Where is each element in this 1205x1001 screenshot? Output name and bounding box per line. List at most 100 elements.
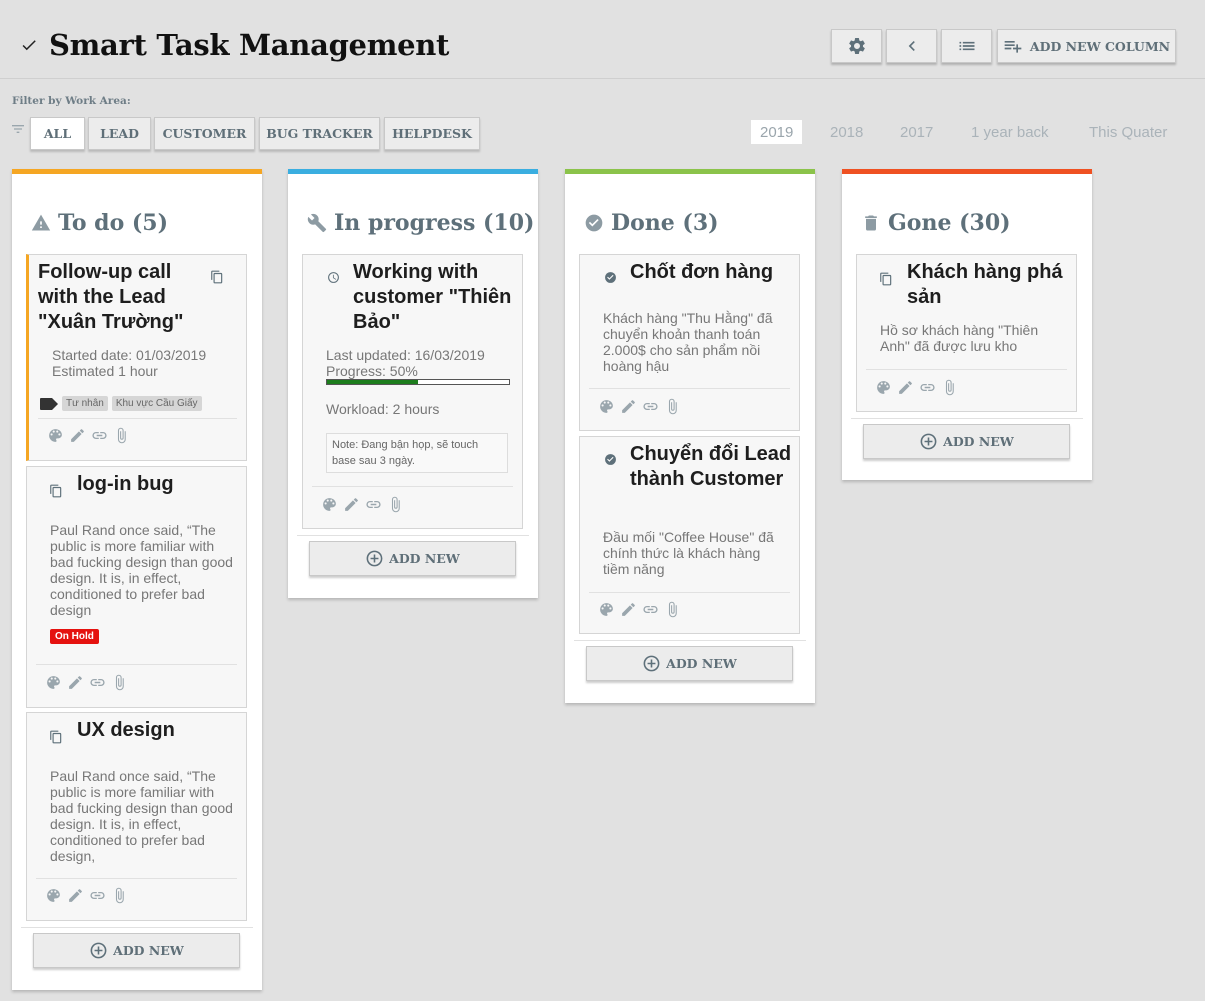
period-this-quarter[interactable]: This Quater [1089, 120, 1167, 144]
list-view-button[interactable] [941, 29, 992, 63]
add-new-button[interactable]: ADD NEW [33, 933, 240, 968]
pencil-icon[interactable] [67, 674, 84, 691]
filter-all[interactable]: ALL [30, 117, 85, 150]
pencil-icon[interactable] [620, 398, 637, 415]
filter-lead[interactable]: LEAD [88, 117, 151, 150]
plus-circle-icon [365, 549, 384, 568]
card-title: Chuyển đổi Lead thành Customer [630, 443, 792, 490]
divider [866, 369, 1067, 370]
pencil-icon[interactable] [67, 887, 84, 904]
palette-icon[interactable] [598, 601, 615, 618]
pencil-icon[interactable] [620, 601, 637, 618]
column-gone: Gone (30) Khách hàng phá sản Hồ sơ khách… [842, 169, 1092, 480]
divider [38, 418, 237, 419]
card-description: Paul Rand once said, “The public is more… [50, 768, 233, 864]
divider [589, 592, 790, 593]
period-1-year-back[interactable]: 1 year back [971, 120, 1049, 144]
card-title: UX design [77, 719, 175, 741]
add-new-column-button[interactable]: ADD NEW COLUMN [997, 29, 1176, 63]
copy-icon[interactable] [879, 272, 893, 286]
card-description: Đầu mối "Coffee House" đã chính thức là … [603, 529, 774, 577]
palette-icon[interactable] [45, 887, 62, 904]
copy-icon[interactable] [49, 730, 63, 744]
card-actions [45, 887, 128, 904]
card-tags: Tư nhân Khu vực Cầu Giấy [40, 396, 202, 411]
tag[interactable]: Tư nhân [62, 396, 108, 411]
task-card[interactable]: Working with customer "Thiên Bảo" Last u… [302, 254, 523, 529]
link-icon[interactable] [642, 601, 659, 618]
column-todo: To do (5) Follow-up call with the Lead "… [12, 169, 262, 990]
period-2019[interactable]: 2019 [751, 120, 803, 144]
add-new-button[interactable]: ADD NEW [863, 424, 1070, 459]
divider [589, 388, 790, 389]
pencil-icon[interactable] [897, 379, 914, 396]
paperclip-icon[interactable] [113, 427, 130, 444]
pencil-icon[interactable] [343, 496, 360, 513]
filter-customer[interactable]: CUSTOMER [154, 117, 255, 150]
divider [851, 418, 1083, 419]
paperclip-icon[interactable] [111, 674, 128, 691]
card-title: Chốt đơn hàng [630, 261, 774, 283]
filter-bug-tracker[interactable]: BUG TRACKER [259, 117, 380, 150]
palette-icon[interactable] [47, 427, 64, 444]
palette-icon[interactable] [875, 379, 892, 396]
copy-icon[interactable] [210, 270, 224, 284]
divider [36, 878, 237, 879]
back-button[interactable] [886, 29, 937, 63]
column-title: To do (5) [31, 210, 168, 236]
card-title: Khách hàng phá sản [907, 261, 1063, 308]
task-card[interactable]: Chốt đơn hàng Khách hàng "Thu Hằng" đã c… [579, 254, 800, 431]
link-icon[interactable] [91, 427, 108, 444]
chevron-left-icon [908, 41, 915, 51]
task-card[interactable]: Chuyển đổi Lead thành Customer Đầu mối "… [579, 436, 800, 634]
add-new-button[interactable]: ADD NEW [586, 646, 793, 681]
divider [21, 927, 253, 928]
palette-icon[interactable] [45, 674, 62, 691]
card-workload: Workload: 2 hours [326, 401, 440, 417]
add-new-button[interactable]: ADD NEW [309, 541, 516, 576]
palette-icon[interactable] [598, 398, 615, 415]
pencil-icon[interactable] [69, 427, 86, 444]
link-icon[interactable] [89, 887, 106, 904]
column-title: In progress (10) [307, 210, 534, 236]
task-card[interactable]: Follow-up call with the Lead "Xuân Trườn… [26, 254, 247, 461]
card-description: Hồ sơ khách hàng "Thiên Anh" đã được lưu… [880, 322, 1039, 354]
clock-icon [327, 271, 340, 284]
card-estimate: Estimated 1 hour [52, 363, 158, 379]
card-actions [598, 398, 681, 415]
page-title: Smart Task Management [49, 28, 450, 62]
card-started-date: Started date: 01/03/2019 [52, 347, 207, 363]
label-icon [40, 397, 58, 410]
divider [574, 640, 806, 641]
settings-button[interactable] [831, 29, 882, 63]
tag[interactable]: Khu vực Cầu Giấy [111, 396, 202, 411]
task-card[interactable]: UX design Paul Rand once said, “The publ… [26, 712, 247, 921]
paperclip-icon[interactable] [387, 496, 404, 513]
link-icon[interactable] [365, 496, 382, 513]
playlist-add-icon [1004, 41, 1022, 53]
copy-icon[interactable] [49, 484, 63, 498]
task-card[interactable]: log-in bug Paul Rand once said, “The pub… [26, 466, 247, 708]
link-icon[interactable] [89, 674, 106, 691]
card-title: Follow-up call with the Lead "Xuân Trườn… [38, 261, 184, 333]
period-2018[interactable]: 2018 [830, 120, 863, 144]
progress-fill [327, 380, 418, 384]
paperclip-icon[interactable] [941, 379, 958, 396]
paperclip-icon[interactable] [664, 398, 681, 415]
divider [36, 664, 237, 665]
palette-icon[interactable] [321, 496, 338, 513]
column-in-progress: In progress (10) Working with customer "… [288, 169, 538, 598]
paperclip-icon[interactable] [664, 601, 681, 618]
column-title: Done (3) [584, 210, 719, 236]
link-icon[interactable] [919, 379, 936, 396]
check-circle-icon [604, 271, 617, 284]
card-actions [875, 379, 958, 396]
column-title: Gone (30) [861, 210, 1011, 236]
progress-bar [326, 379, 510, 385]
link-icon[interactable] [642, 398, 659, 415]
paperclip-icon[interactable] [111, 887, 128, 904]
filter-helpdesk[interactable]: HELPDESK [384, 117, 480, 150]
period-2017[interactable]: 2017 [900, 120, 933, 144]
warning-icon [31, 213, 51, 233]
task-card[interactable]: Khách hàng phá sản Hồ sơ khách hàng "Thi… [856, 254, 1077, 412]
